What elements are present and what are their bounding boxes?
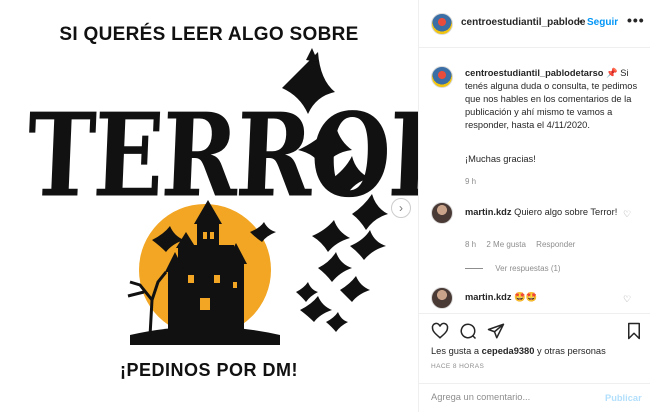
image-cta: ¡PEDINOS POR DM! [119,360,298,380]
comments-section: centroestudiantil_pablodetarso 📌 Si tené… [419,49,650,309]
like-small-icon[interactable]: ♡ [623,294,631,305]
more-options-icon[interactable]: ••• [627,12,645,28]
commenter-avatar[interactable] [431,202,453,224]
caption-text: centroestudiantil_pablodetarso 📌 Si tené… [465,67,641,132]
comment-input[interactable] [431,392,591,402]
image-headline: SI QUERÉS LEER ALGO SOBRE [59,24,359,45]
separator-dot: • [579,17,583,28]
save-bookmark-icon[interactable] [625,322,643,340]
post-sidebar: centroestudiantil_pablode • Seguir ••• c… [418,0,650,412]
post-timestamp[interactable]: HACE 8 HORAS [431,363,484,370]
publish-button[interactable]: Publicar [605,393,642,403]
follow-button[interactable]: Seguir [587,17,618,28]
image-title: TERROR [24,88,418,223]
pin-icon: 📌 [606,68,618,78]
likes-user[interactable]: cepeda9380 [482,346,535,356]
view-replies-button[interactable]: Ver respuestas (1) [465,264,561,273]
commenter-username[interactable]: martin.kdz [465,292,512,302]
likes-prefix: Les gusta a [431,346,480,356]
reply-button[interactable]: Responder [536,240,575,249]
comment-text: martin.kdz Quiero algo sobre Terror! [465,206,625,219]
share-icon[interactable] [487,322,505,340]
comment-time[interactable]: 8 h [465,240,476,249]
instagram-post: SI QUERÉS LEER ALGO SOBRE TERROR ¡PEDINO… [0,0,650,412]
post-header: centroestudiantil_pablode • Seguir ••• [419,0,650,48]
comment-meta: 8 h 2 Me gusta Responder [465,240,583,249]
replies-divider [465,268,483,270]
post-image[interactable]: SI QUERÉS LEER ALGO SOBRE TERROR ¡PEDINO… [0,0,418,412]
like-heart-icon[interactable] [431,322,449,340]
comment-text: martin.kdz 🤩🤩 [465,291,625,304]
next-arrow-icon[interactable]: › [391,198,411,218]
caption-username[interactable]: centroestudiantil_pablodetarso [465,68,603,78]
caption-thanks: ¡Muchas gracias! [465,154,536,164]
commenter-avatar[interactable] [431,287,453,309]
caption-time[interactable]: 9 h [465,177,476,186]
like-small-icon[interactable]: ♡ [623,209,631,220]
commenter-username[interactable]: martin.kdz [465,207,512,217]
likes-summary: Les gusta a cepeda9380 y otras personas [431,346,606,356]
author-username[interactable]: centroestudiantil_pablode [461,17,585,28]
comment-icon[interactable] [459,322,477,340]
comment-body: 🤩🤩 [514,292,538,302]
caption-avatar[interactable] [431,66,453,88]
likes-suffix[interactable]: y otras personas [537,346,606,356]
comment-likes[interactable]: 2 Me gusta [486,240,526,249]
author-avatar[interactable] [431,13,453,35]
comment-body: Quiero algo sobre Terror! [514,207,618,217]
add-comment-bar: Publicar [419,383,650,412]
view-replies-label: Ver respuestas (1) [495,264,561,273]
